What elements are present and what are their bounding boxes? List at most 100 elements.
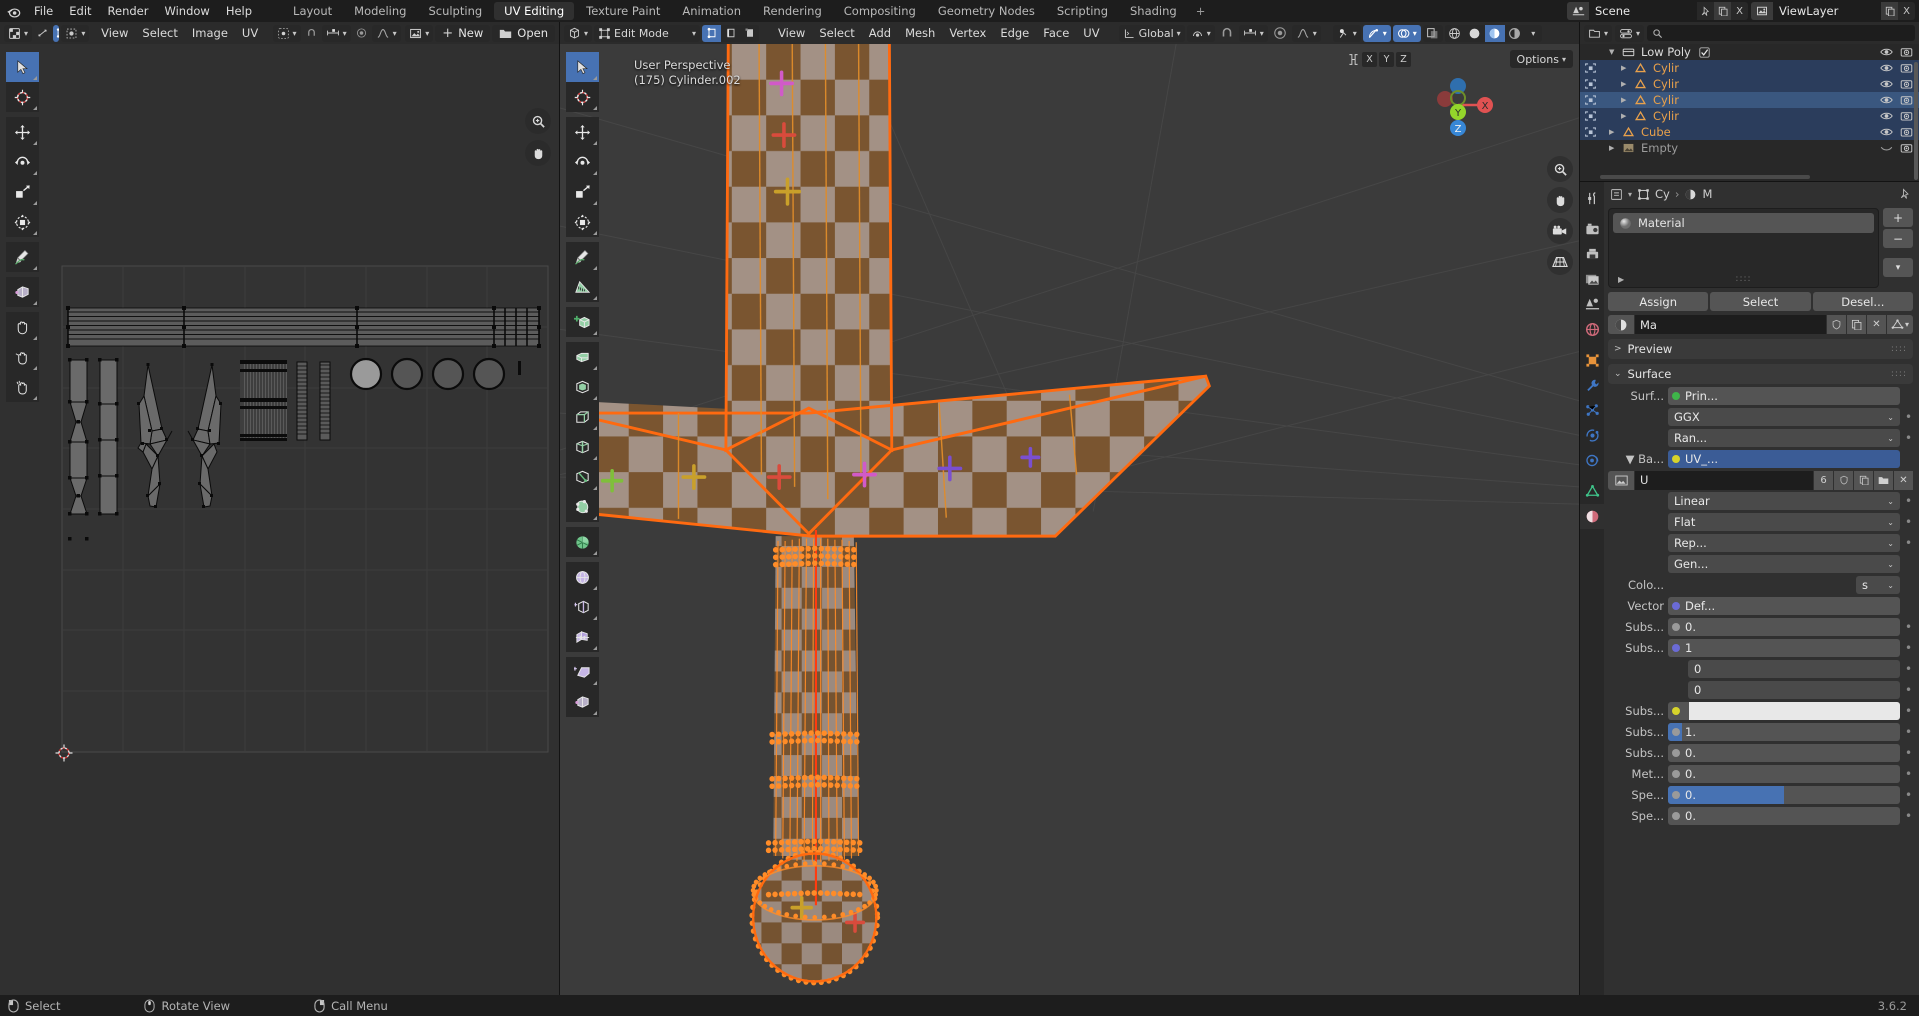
xray-toggle-icon[interactable] (1422, 24, 1443, 42)
image-name[interactable]: U (1635, 470, 1813, 490)
workspace-tab-animation[interactable]: Animation (672, 2, 751, 20)
zoom-icon[interactable] (525, 108, 551, 134)
mesh-data-triangle-icon[interactable]: ▾ (1887, 315, 1913, 334)
properties-tab-constraints[interactable] (1580, 448, 1604, 473)
tool-expand-corner[interactable] (593, 456, 597, 460)
node-socket-dot[interactable] (1672, 707, 1680, 715)
camera-on-icon[interactable] (1900, 94, 1913, 106)
node-socket-dot[interactable] (1672, 602, 1680, 610)
surface-row-12[interactable]: Subs... 1 • (1608, 639, 1913, 657)
properties-tab-particles[interactable] (1580, 398, 1604, 423)
property-value-10[interactable]: Def... (1668, 597, 1900, 615)
node-socket-dot[interactable] (1672, 770, 1680, 778)
node-socket-dot[interactable] (1672, 392, 1680, 400)
chevron-down-icon[interactable]: ▾ (1628, 190, 1632, 199)
properties-tab-tool[interactable] (1580, 186, 1604, 211)
animate-property-dot[interactable]: • (1904, 408, 1913, 426)
camera-on-icon[interactable] (1900, 126, 1913, 138)
surface-row-1[interactable]: GGX ⌄ • (1608, 408, 1913, 426)
viewport-scale-tool[interactable] (566, 177, 599, 207)
viewport-menu-edge[interactable]: Edge (993, 22, 1036, 44)
viewport-loop-cut-tool[interactable] (566, 432, 599, 462)
uv-nav-gizmos[interactable] (525, 108, 551, 166)
edge-select-icon[interactable] (721, 24, 741, 42)
uv-canvas[interactable] (0, 44, 559, 995)
property-value-16[interactable]: 1. (1668, 723, 1900, 741)
outliner-row-cylir-2[interactable]: ▶ Cylir (1580, 76, 1919, 92)
duplicate-icon[interactable] (1714, 2, 1731, 20)
animate-property-dot[interactable]: • (1904, 660, 1913, 678)
scene-close-button[interactable]: X (1731, 2, 1748, 20)
tool-expand-corner[interactable] (593, 201, 597, 205)
workspace-tab-rendering[interactable]: Rendering (753, 2, 832, 20)
restrict-select-icon[interactable] (1584, 62, 1597, 74)
material-datablock-row[interactable]: Ma ✕ ▾ (1608, 315, 1913, 334)
3d-viewport-type-button[interactable]: ▾ (564, 24, 593, 42)
image-user-count[interactable]: 6 (1814, 470, 1833, 490)
surface-row-13[interactable]: 0 • (1608, 660, 1913, 678)
triangle-down-icon[interactable]: ▼ (1609, 48, 1619, 56)
restrict-select-icon[interactable] (1584, 78, 1597, 90)
property-value-9[interactable]: s ⌄ (1856, 576, 1900, 594)
vertex-select-icon[interactable] (702, 24, 722, 42)
grip-dots-icon[interactable]: :::: (1891, 344, 1907, 354)
property-value-3[interactable]: UV_... (1668, 450, 1900, 468)
property-value-2[interactable]: Ran... ⌄ (1668, 429, 1900, 447)
surface-row-8[interactable]: Gen... ⌄ (1608, 555, 1913, 573)
properties-tab-world[interactable] (1580, 317, 1604, 342)
tool-expand-corner[interactable] (593, 231, 597, 235)
hand-icon[interactable] (1547, 187, 1573, 213)
tool-expand-corner[interactable] (593, 106, 597, 110)
assign-button[interactable]: Assign (1608, 292, 1709, 311)
viewport-poly-build-tool[interactable] (566, 492, 599, 522)
tool-expand-corner[interactable] (593, 486, 597, 490)
zoom-icon[interactable] (1547, 156, 1573, 182)
properties-tab-material[interactable] (1580, 504, 1604, 529)
triangle-right-icon[interactable]: ▶ (1621, 64, 1631, 72)
fake-user-shield-icon[interactable] (1827, 315, 1846, 334)
eye-open-icon[interactable] (1880, 46, 1893, 58)
pin-icon[interactable] (1697, 2, 1714, 20)
uv-menu-select[interactable]: Select (135, 22, 184, 44)
uv-menu-image[interactable]: Image (185, 22, 235, 44)
eye-open-icon[interactable] (1880, 94, 1893, 106)
viewport-toolbar[interactable] (566, 52, 599, 717)
uv-toolbar[interactable] (6, 52, 39, 402)
tool-expand-corner[interactable] (593, 141, 597, 145)
options-button[interactable]: Options ▾ (1509, 50, 1573, 68)
animate-property-dot[interactable]: • (1904, 618, 1913, 636)
grip-dots-icon[interactable]: :::: (1891, 369, 1907, 379)
outliner-row-empty-6[interactable]: ▶ Empty (1580, 140, 1919, 156)
collection-checkbox[interactable] (1699, 46, 1710, 58)
properties-tab-object[interactable] (1580, 348, 1604, 373)
properties-tab-render[interactable] (1580, 217, 1604, 242)
property-value-0[interactable]: Prin... (1668, 387, 1900, 405)
surface-row-14[interactable]: 0 • (1608, 681, 1913, 699)
surface-row-19[interactable]: Spe... 0. • (1608, 786, 1913, 804)
deselect-button[interactable]: Desel... (1812, 292, 1913, 311)
surface-row-3[interactable]: ▼ Ba... UV_... (1608, 450, 1913, 468)
axis-lock-z[interactable]: Z (1396, 52, 1411, 67)
proportional-edit-icon[interactable] (1270, 25, 1290, 42)
outliner-vertical-scrollbar[interactable] (1914, 62, 1918, 180)
tool-expand-corner[interactable] (33, 301, 37, 305)
proportional-falloff-icon[interactable]: ▾ (371, 24, 401, 42)
uv-select-mode-group[interactable] (53, 24, 60, 42)
tool-expand-corner[interactable] (33, 366, 37, 370)
node-socket-dot[interactable] (1672, 455, 1680, 463)
properties-editor-type-icon[interactable] (1610, 188, 1623, 201)
camera-on-icon[interactable] (1900, 110, 1913, 122)
camera-on-icon[interactable] (1900, 142, 1913, 154)
tool-expand-corner[interactable] (593, 296, 597, 300)
properties-tab-physics[interactable] (1580, 423, 1604, 448)
unlink-x-icon[interactable]: ✕ (1867, 315, 1886, 334)
tool-expand-corner[interactable] (33, 141, 37, 145)
node-socket-dot[interactable] (1672, 728, 1680, 736)
rendered-shading-icon[interactable] (1504, 24, 1525, 42)
outliner-row-low-poly-0[interactable]: ▼ Low Poly (1580, 44, 1919, 60)
surface-row-18[interactable]: Met... 0. • (1608, 765, 1913, 783)
property-value-6[interactable]: Flat ⌄ (1668, 513, 1900, 531)
wireframe-shading-icon[interactable] (1444, 24, 1465, 42)
material-preview-shading-icon[interactable] (1484, 24, 1505, 42)
uv-scale-tool[interactable] (6, 177, 39, 207)
